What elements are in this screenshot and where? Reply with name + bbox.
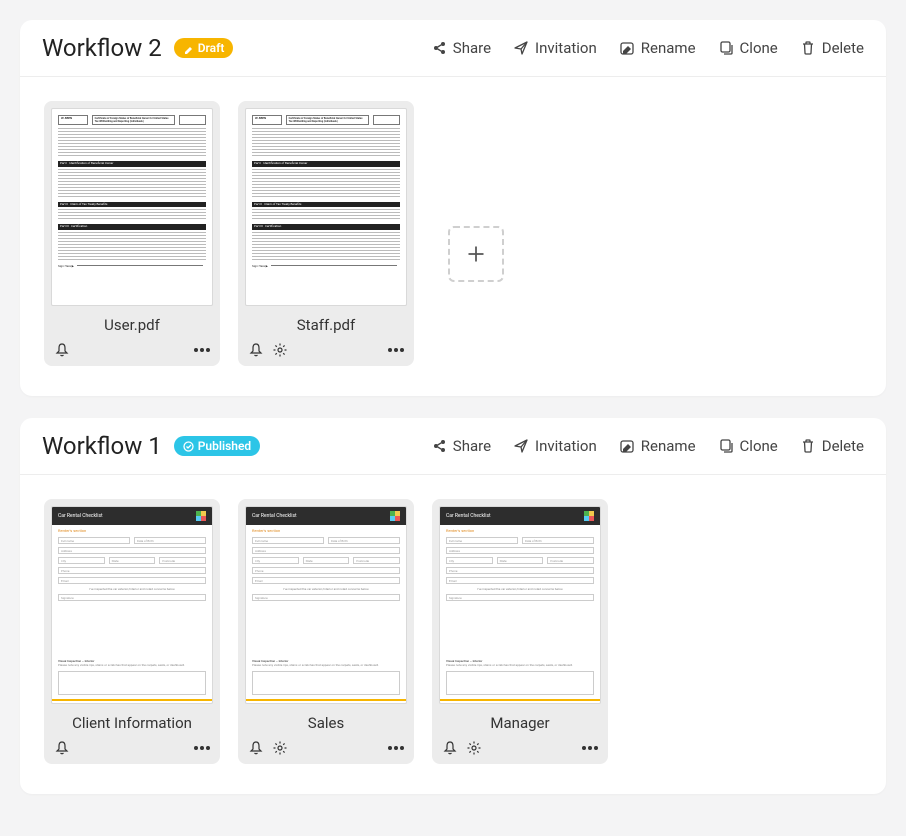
- rename-button[interactable]: Rename: [619, 437, 696, 455]
- more-icon[interactable]: [582, 746, 598, 750]
- bell-icon[interactable]: [54, 342, 70, 358]
- invitation-button-icon: [513, 40, 529, 56]
- clone-button[interactable]: Clone: [718, 437, 778, 455]
- doc-thumbnail: W-8BEN Certificate of Foreign Status of …: [246, 109, 406, 274]
- gear-icon[interactable]: [272, 342, 288, 358]
- more-icon[interactable]: [388, 348, 404, 352]
- workflow-body: W-8BEN Certificate of Foreign Status of …: [20, 77, 886, 396]
- status-badge: Draft: [174, 38, 234, 58]
- document-name: Manager: [439, 704, 601, 740]
- pencil-icon: [183, 43, 194, 54]
- share-button[interactable]: Share: [431, 437, 491, 455]
- delete-button-label: Delete: [822, 39, 864, 57]
- doc-thumbnail: W-8BEN Certificate of Foreign Status of …: [52, 109, 212, 274]
- delete-button-icon: [800, 40, 816, 56]
- invitation-button-label: Invitation: [535, 39, 597, 57]
- bell-icon[interactable]: [442, 740, 458, 756]
- workflow-header: Workflow 2 Draft Share Invitation Rename…: [20, 20, 886, 77]
- status-badge-label: Published: [198, 439, 251, 453]
- doc-thumbnail: Car Rental Checklist Renter's section Fu…: [246, 507, 406, 703]
- share-button-icon: [431, 40, 447, 56]
- rename-button-icon: [619, 438, 635, 454]
- document-name: Staff.pdf: [245, 306, 407, 342]
- document-name: Sales: [245, 704, 407, 740]
- document-name: Client Information: [51, 704, 213, 740]
- bell-icon[interactable]: [248, 342, 264, 358]
- bell-icon[interactable]: [248, 740, 264, 756]
- check-circle-icon: [183, 441, 194, 452]
- gear-icon[interactable]: [466, 740, 482, 756]
- clone-button[interactable]: Clone: [718, 39, 778, 57]
- workflow-header: Workflow 1 Published Share Invitation Re…: [20, 418, 886, 475]
- delete-button[interactable]: Delete: [800, 39, 864, 57]
- document-card[interactable]: Car Rental Checklist Renter's section Fu…: [432, 499, 608, 764]
- workflow-card: Workflow 2 Draft Share Invitation Rename…: [20, 20, 886, 396]
- workflow-card: Workflow 1 Published Share Invitation Re…: [20, 418, 886, 794]
- document-card[interactable]: Car Rental Checklist Renter's section Fu…: [44, 499, 220, 764]
- share-button-label: Share: [453, 437, 491, 455]
- share-button[interactable]: Share: [431, 39, 491, 57]
- clone-button-icon: [718, 40, 734, 56]
- workflow-title: Workflow 1: [42, 432, 162, 460]
- delete-button-label: Delete: [822, 437, 864, 455]
- invitation-button-icon: [513, 438, 529, 454]
- rename-button-label: Rename: [641, 437, 696, 455]
- add-document-button[interactable]: [448, 226, 504, 282]
- clone-button-icon: [718, 438, 734, 454]
- bell-icon[interactable]: [54, 740, 70, 756]
- share-button-icon: [431, 438, 447, 454]
- rename-button-icon: [619, 40, 635, 56]
- delete-button-icon: [800, 438, 816, 454]
- document-card[interactable]: W-8BEN Certificate of Foreign Status of …: [44, 101, 220, 366]
- doc-thumbnail: Car Rental Checklist Renter's section Fu…: [52, 507, 212, 703]
- workflow-title: Workflow 2: [42, 34, 162, 62]
- clone-button-label: Clone: [740, 39, 778, 57]
- invitation-button[interactable]: Invitation: [513, 39, 597, 57]
- invitation-button[interactable]: Invitation: [513, 437, 597, 455]
- doc-thumbnail: Car Rental Checklist Renter's section Fu…: [440, 507, 600, 703]
- workflow-body: Car Rental Checklist Renter's section Fu…: [20, 475, 886, 794]
- document-name: User.pdf: [51, 306, 213, 342]
- status-badge-label: Draft: [198, 41, 225, 55]
- gear-icon[interactable]: [272, 740, 288, 756]
- delete-button[interactable]: Delete: [800, 437, 864, 455]
- status-badge: Published: [174, 436, 260, 456]
- rename-button-label: Rename: [641, 39, 696, 57]
- document-card[interactable]: W-8BEN Certificate of Foreign Status of …: [238, 101, 414, 366]
- workflow-actions: Share Invitation Rename Clone Delete: [431, 437, 864, 455]
- more-icon[interactable]: [388, 746, 404, 750]
- invitation-button-label: Invitation: [535, 437, 597, 455]
- document-card[interactable]: Car Rental Checklist Renter's section Fu…: [238, 499, 414, 764]
- more-icon[interactable]: [194, 348, 210, 352]
- share-button-label: Share: [453, 39, 491, 57]
- plus-icon: [466, 244, 486, 264]
- clone-button-label: Clone: [740, 437, 778, 455]
- workflow-actions: Share Invitation Rename Clone Delete: [431, 39, 864, 57]
- rename-button[interactable]: Rename: [619, 39, 696, 57]
- more-icon[interactable]: [194, 746, 210, 750]
